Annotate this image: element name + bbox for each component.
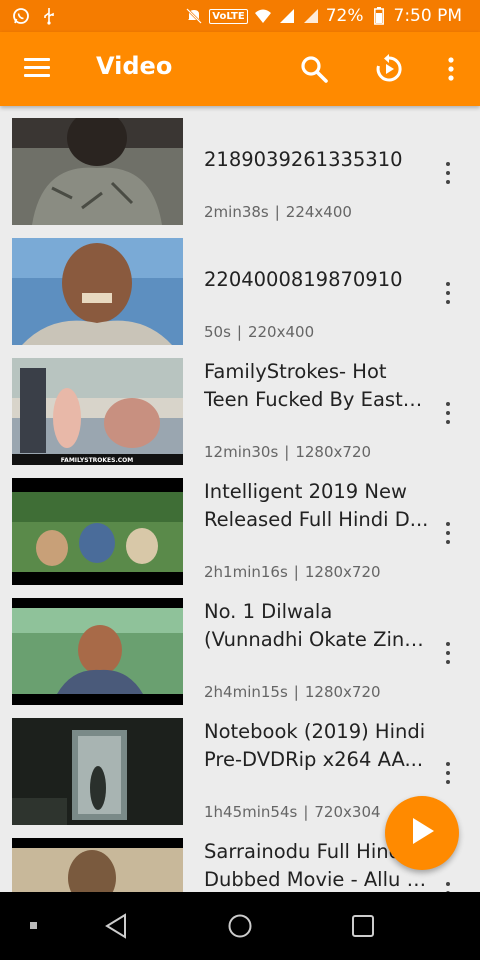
more-vert-icon[interactable]	[434, 52, 468, 86]
video-more-icon[interactable]	[436, 400, 460, 426]
video-duration: 12min30s	[204, 443, 279, 461]
video-thumbnail[interactable]: FAMILYSTROKES.COM	[12, 358, 183, 465]
meta-separator: |	[293, 683, 299, 701]
home-icon[interactable]	[224, 910, 256, 942]
video-more-icon[interactable]	[436, 880, 460, 892]
thumbnail-caption: FAMILYSTROKES.COM	[61, 457, 133, 464]
status-bar: VoLTE 72% 7:50 PM	[0, 0, 480, 32]
video-more-icon[interactable]	[436, 520, 460, 546]
video-more-icon[interactable]	[436, 640, 460, 666]
play-icon	[408, 816, 436, 850]
video-title-line: Pre-DVDRip x264 AA...	[204, 748, 424, 771]
battery-icon	[370, 7, 388, 25]
list-item[interactable]: 2204000819870910 50s | 220x400	[0, 226, 480, 346]
video-thumbnail[interactable]	[12, 478, 183, 585]
video-thumbnail[interactable]	[12, 598, 183, 705]
video-title: 2204000819870910	[204, 266, 432, 294]
video-title-line: 2204000819870910	[204, 268, 403, 291]
back-icon[interactable]	[100, 910, 132, 942]
list-item[interactable]: 2189039261335310 2min38s | 224x400	[0, 106, 480, 226]
video-title: Notebook (2019) Hindi Pre-DVDRip x264 AA…	[204, 718, 432, 774]
video-title: 2189039261335310	[204, 146, 432, 174]
search-icon[interactable]	[297, 52, 331, 86]
video-resolution: 1280x720	[304, 683, 381, 701]
list-item[interactable]: FAMILYSTROKES.COM FamilyStrokes- Hot Tee…	[0, 346, 480, 466]
video-meta: 2h4min15s | 1280x720	[204, 683, 381, 701]
video-meta: 2h1min16s | 1280x720	[204, 563, 381, 581]
recent-dot-icon[interactable]	[18, 910, 50, 942]
video-title-line: Teen Fucked By Easte...	[204, 388, 432, 411]
mute-icon	[185, 7, 203, 25]
video-thumbnail[interactable]	[12, 118, 183, 225]
clock: 7:50 PM	[393, 6, 463, 26]
video-title: No. 1 Dilwala (Vunnadhi Okate Zind...	[204, 598, 432, 654]
video-more-icon[interactable]	[436, 160, 460, 186]
video-duration: 1h45min54s	[204, 803, 298, 821]
video-meta: 12min30s | 1280x720	[204, 443, 371, 461]
video-meta: 1h45min54s | 720x304	[204, 803, 381, 821]
app-bar: Video	[0, 32, 480, 106]
battery-percent: 72%	[325, 6, 364, 26]
video-thumbnail[interactable]	[12, 718, 183, 825]
video-more-icon[interactable]	[436, 760, 460, 786]
meta-separator: |	[274, 203, 280, 221]
signal-icon	[302, 7, 320, 25]
video-list[interactable]: 2189039261335310 2min38s | 224x400 2204000…	[0, 106, 480, 892]
usb-icon	[40, 7, 58, 25]
video-title-line: Released Full Hindi D...	[204, 508, 429, 531]
play-all-button[interactable]	[385, 796, 459, 870]
video-resolution: 720x304	[314, 803, 381, 821]
video-title-line: 2189039261335310	[204, 148, 403, 171]
video-title-line: (Vunnadhi Okate Zind...	[204, 628, 432, 651]
video-title-line: Dubbed Movie - Allu A...	[204, 868, 432, 891]
meta-separator: |	[303, 803, 309, 821]
wifi-icon	[254, 7, 272, 25]
meta-separator: |	[284, 443, 290, 461]
video-title-line: No. 1 Dilwala	[204, 600, 333, 623]
volte-badge: VoLTE	[209, 8, 248, 24]
video-title: FamilyStrokes- Hot Teen Fucked By Easte.…	[204, 358, 432, 414]
menu-icon[interactable]	[24, 58, 50, 78]
video-thumbnail[interactable]	[12, 238, 183, 345]
signal-icon	[278, 7, 296, 25]
whatsapp-icon	[12, 7, 30, 25]
video-resolution: 220x400	[247, 323, 315, 341]
video-meta: 50s | 220x400	[204, 323, 314, 341]
overview-icon[interactable]	[347, 910, 379, 942]
video-resolution: 224x400	[285, 203, 352, 221]
page-title: Video	[96, 52, 173, 80]
video-title-line: FamilyStrokes- Hot	[204, 360, 387, 383]
meta-separator: |	[236, 323, 242, 341]
video-resolution: 1280x720	[304, 563, 381, 581]
refresh-icon[interactable]	[372, 52, 406, 86]
video-duration: 2h4min15s	[204, 683, 288, 701]
video-title: Intelligent 2019 New Released Full Hindi…	[204, 478, 432, 534]
video-duration: 50s	[204, 323, 231, 341]
video-duration: 2h1min16s	[204, 563, 288, 581]
meta-separator: |	[293, 563, 299, 581]
list-item[interactable]: Intelligent 2019 New Released Full Hindi…	[0, 466, 480, 586]
video-duration: 2min38s	[204, 203, 269, 221]
system-nav-bar	[0, 892, 480, 960]
video-thumbnail[interactable]	[12, 838, 183, 892]
video-more-icon[interactable]	[436, 280, 460, 306]
video-resolution: 1280x720	[295, 443, 372, 461]
list-item[interactable]: No. 1 Dilwala (Vunnadhi Okate Zind... 2h…	[0, 586, 480, 706]
video-title-line: Notebook (2019) Hindi	[204, 720, 426, 743]
video-title-line: Intelligent 2019 New	[204, 480, 407, 503]
video-meta: 2min38s | 224x400	[204, 203, 352, 221]
